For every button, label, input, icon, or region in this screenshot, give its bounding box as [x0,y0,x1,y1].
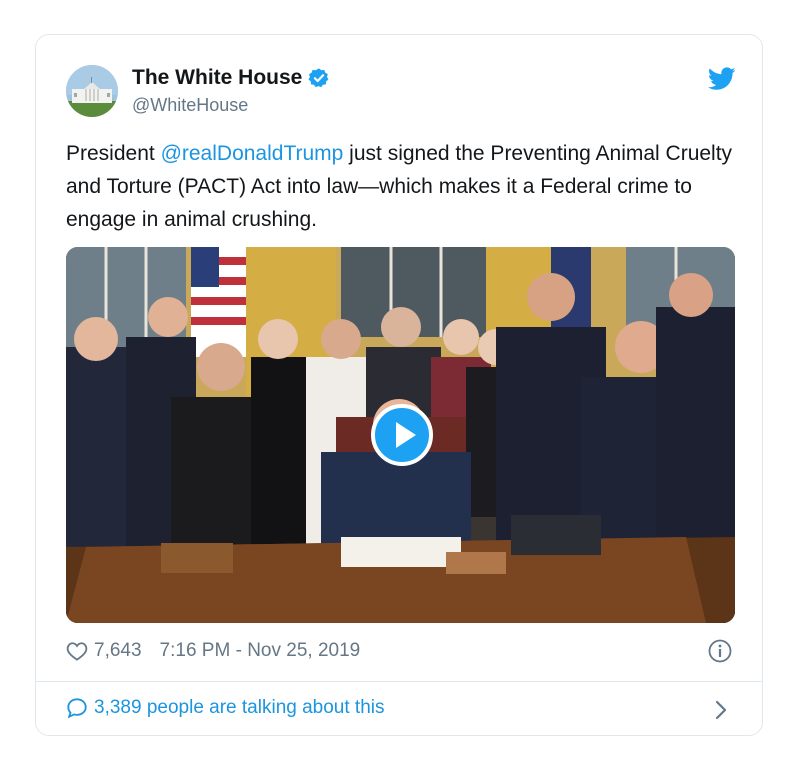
chevron-right-icon[interactable] [714,699,728,721]
author-name-row: The White House [132,66,330,90]
tweet-card[interactable]: The White House @WhiteHouse President @r… [35,34,763,736]
tweet-meta: 7,643 7:16 PM - Nov 25, 2019 [66,640,360,662]
video-thumbnail[interactable] [66,247,735,623]
twitter-bird-icon[interactable] [708,67,736,91]
play-icon[interactable] [371,404,433,466]
avatar[interactable] [66,65,118,117]
tweet-timestamp[interactable]: 7:16 PM - Nov 25, 2019 [160,640,361,662]
mention-link[interactable]: @realDonaldTrump [161,142,344,165]
handle[interactable]: @WhiteHouse [132,95,248,116]
divider [36,681,762,682]
tweet-text: President @realDonaldTrump just signed t… [66,137,746,236]
heart-icon[interactable] [66,641,88,661]
tweet-text-prefix: President [66,142,161,165]
conversation-count[interactable]: 3,389 people are talking about this [94,697,385,719]
info-icon[interactable] [708,639,732,663]
conversation-link[interactable]: 3,389 people are talking about this [66,697,385,719]
display-name[interactable]: The White House [132,66,302,90]
white-house-avatar-image [66,65,118,117]
verified-badge-icon [308,68,329,88]
like-count[interactable]: 7,643 [94,640,142,662]
comment-bubble-icon [67,698,87,719]
